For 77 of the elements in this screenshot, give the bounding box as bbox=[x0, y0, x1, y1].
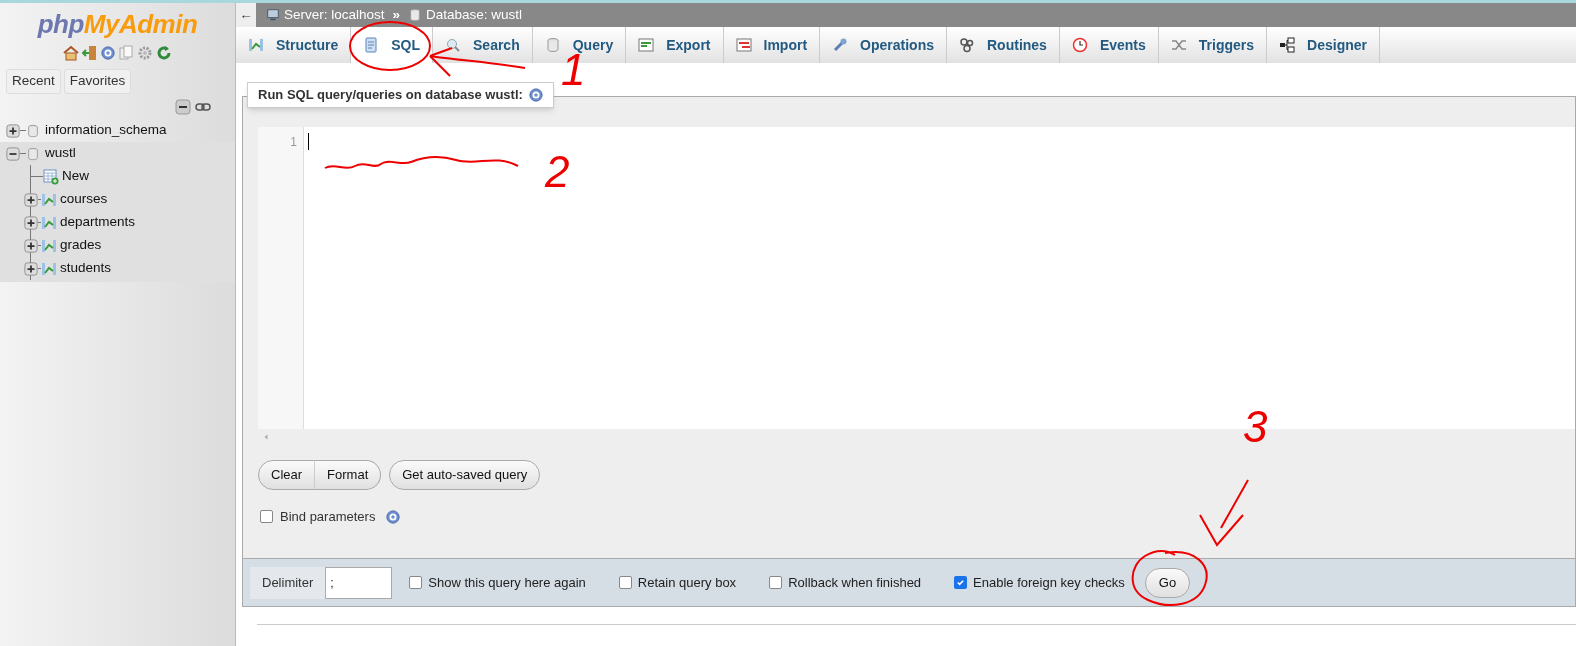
clock-icon bbox=[1071, 37, 1088, 53]
logo-text[interactable]: phpMyAdmin bbox=[0, 9, 235, 39]
breadcrumb-link[interactable]: Server: localhost bbox=[284, 4, 385, 26]
expand-icon bbox=[24, 215, 38, 230]
tab[interactable]: Import bbox=[723, 27, 821, 63]
checkbox-label: Retain query box bbox=[637, 573, 737, 592]
exit-door-icon bbox=[82, 45, 98, 61]
table-link[interactable]: departments bbox=[60, 212, 136, 233]
wrench-icon bbox=[832, 37, 849, 53]
text-cursor bbox=[308, 133, 309, 150]
database-icon bbox=[544, 37, 561, 53]
tab[interactable]: Operations bbox=[820, 27, 947, 63]
database-icon bbox=[26, 123, 40, 138]
tab[interactable]: Events bbox=[1059, 27, 1159, 63]
table-chart-icon bbox=[41, 260, 57, 277]
delimiter-field[interactable]: ; bbox=[325, 566, 393, 599]
sidebar-tab-button[interactable]: Recent bbox=[6, 69, 61, 94]
table-link[interactable]: grades bbox=[60, 235, 102, 256]
handwritten-number: 2 bbox=[545, 150, 570, 194]
documents-icon bbox=[118, 45, 134, 61]
shuffle-icon bbox=[1170, 37, 1187, 53]
tab[interactable]: Triggers bbox=[1158, 27, 1268, 63]
expand-icon bbox=[24, 238, 38, 253]
database-icon bbox=[408, 8, 423, 22]
line-number: 1 bbox=[290, 134, 297, 151]
settings-icon bbox=[137, 45, 153, 61]
checkbox-label: Bind parameters bbox=[280, 508, 376, 526]
checkmark-icon bbox=[956, 578, 966, 587]
export-icon bbox=[638, 37, 655, 53]
action-button[interactable]: Get auto-saved query bbox=[389, 460, 541, 490]
action-button[interactable]: Clear bbox=[258, 460, 316, 490]
home-icon bbox=[63, 45, 79, 61]
go-button[interactable]: Go bbox=[1144, 567, 1191, 598]
tab[interactable]: Routines bbox=[947, 27, 1060, 63]
table-chart-icon bbox=[41, 191, 57, 208]
document-icon bbox=[363, 37, 380, 53]
back-button[interactable]: ← bbox=[236, 3, 256, 27]
collapse-icon[interactable] bbox=[6, 146, 20, 161]
gears-icon bbox=[959, 37, 975, 53]
checkbox[interactable] bbox=[409, 576, 423, 589]
sidebar-tab-button[interactable]: Favorites bbox=[63, 69, 132, 94]
expand-icon bbox=[24, 192, 38, 207]
checkbox[interactable] bbox=[618, 576, 632, 589]
table-link[interactable]: students bbox=[60, 258, 112, 279]
checkbox-label: Enable foreign key checks bbox=[973, 573, 1125, 592]
table-link[interactable]: courses bbox=[60, 189, 108, 210]
database-icon bbox=[26, 146, 40, 161]
checkbox-label: Show this query here again bbox=[428, 573, 586, 592]
table-chart-icon bbox=[41, 237, 57, 254]
table-chart-icon bbox=[41, 214, 57, 231]
breadcrumb-link[interactable]: Database: wustl bbox=[426, 4, 523, 26]
expand-icon[interactable] bbox=[6, 123, 20, 138]
diagram-icon bbox=[1279, 37, 1296, 53]
field-label: Delimiter bbox=[250, 566, 326, 599]
reload-icon bbox=[156, 45, 172, 61]
expand-icon bbox=[24, 261, 38, 276]
table-chart-icon bbox=[248, 37, 264, 53]
tab[interactable]: Export bbox=[626, 27, 724, 63]
checkbox-label: Rollback when finished bbox=[788, 573, 922, 592]
server-icon bbox=[266, 8, 280, 22]
collapse-all-icon bbox=[175, 99, 191, 115]
tab[interactable]: Search bbox=[433, 27, 533, 63]
action-button[interactable]: Format bbox=[314, 460, 382, 490]
search-icon bbox=[445, 37, 461, 53]
tab[interactable]: SQL bbox=[351, 27, 433, 63]
new-table-icon bbox=[43, 168, 59, 185]
import-icon bbox=[735, 37, 752, 53]
database-link[interactable]: wustl bbox=[45, 143, 76, 164]
checkbox[interactable] bbox=[769, 576, 783, 589]
table-link[interactable]: New bbox=[62, 166, 89, 187]
database-link[interactable]: information_schema bbox=[45, 120, 167, 141]
checkbox[interactable] bbox=[260, 510, 273, 524]
panel-title: Run SQL query/queries on database wustl: bbox=[258, 86, 523, 105]
tab[interactable]: Designer bbox=[1267, 27, 1380, 63]
scroll-left-icon bbox=[262, 432, 270, 441]
checkbox[interactable] bbox=[954, 576, 968, 589]
breadcrumb-separator: » bbox=[392, 5, 401, 24]
